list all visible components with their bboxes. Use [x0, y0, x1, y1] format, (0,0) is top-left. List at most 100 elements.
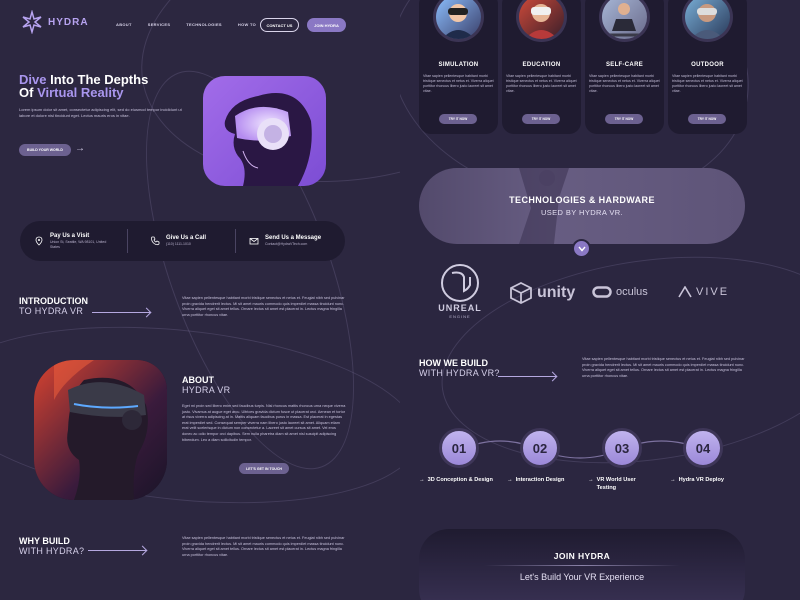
step-number: 04 — [683, 428, 723, 468]
contact-call-phone[interactable]: (110) 1111-1010 — [166, 242, 206, 247]
card-title: SIMULATION — [438, 62, 479, 68]
tech-banner-image — [519, 168, 569, 244]
join-subtitle: Let's Build Your VR Experience — [519, 572, 645, 582]
mail-icon — [249, 238, 259, 245]
arrow-right-icon: → — [507, 477, 513, 483]
nav-link-services[interactable]: SERVICES — [148, 22, 171, 27]
brand-logo[interactable]: HYDRA — [20, 10, 89, 34]
join-title: JOIN HYDRA — [553, 551, 611, 561]
arrow-right-icon — [92, 312, 150, 313]
about-heading-line1: ABOUT — [182, 375, 214, 385]
try-it-now-button[interactable]: TRY IT NOW — [688, 114, 726, 124]
how-heading-line2: WITH HYDRA VR? — [419, 368, 500, 378]
service-card-education: EDUCATION Vitae sapien pellentesque habi… — [502, 0, 581, 134]
nav-link-how-to[interactable]: HOW TO — [238, 22, 256, 27]
contact-message-email[interactable]: Contact@HydraVTech.com — [265, 242, 321, 247]
divider — [484, 565, 680, 566]
tech-subtitle: USED BY HYDRA VR. — [540, 208, 624, 217]
why-heading-line2: WITH HYDRA? — [19, 546, 85, 556]
about-text: Eget mi proin sed libero enim sed faucib… — [182, 404, 346, 442]
nav-links: ABOUT SERVICES TECHNOLOGIES HOW TO — [116, 22, 256, 27]
step-label: → Interaction Design — [507, 476, 583, 484]
brand-name: HYDRA — [48, 16, 89, 28]
step-label-text: Hydra VR Deploy — [678, 477, 724, 483]
contact-call-title: Give Us a Call — [166, 235, 207, 241]
how-heading: HOW WE BUILD WITH HYDRA VR? — [419, 358, 500, 378]
service-card-outdoor: OUTDOOR Vitae sapien pellentesque habita… — [668, 0, 747, 134]
unity-cube-icon — [510, 282, 532, 304]
try-it-now-button[interactable]: TRY IT NOW — [522, 114, 560, 124]
hydra-logo-icon — [22, 10, 42, 34]
vive-mark-icon — [678, 286, 692, 298]
vive-logo: VIVE — [678, 286, 729, 298]
step-number: 02 — [520, 428, 560, 468]
arrow-right-icon: → — [419, 477, 425, 483]
unity-logo: unity — [509, 282, 575, 304]
nav-link-technologies[interactable]: TECHNOLOGIES — [186, 22, 222, 27]
contact-message: Send Us a Message Contact@HydraVTech.com — [249, 221, 321, 261]
card-title: SELF-CARE — [605, 62, 644, 68]
nav-link-about[interactable]: ABOUT — [116, 22, 132, 27]
contact-visit-address: Union St, Seattle, WA 98101, United Stat… — [50, 239, 107, 249]
why-heading-line1: WHY BUILD — [19, 536, 70, 546]
unity-logo-text: unity — [537, 284, 576, 301]
unreal-logo-text: UNREAL — [438, 303, 482, 313]
contact-call: Give Us a Call (110) 1111-1010 — [150, 221, 206, 261]
get-in-touch-button[interactable]: LET'S GET IN TOUCH — [239, 463, 289, 474]
try-it-now-button[interactable]: TRY IT NOW — [439, 114, 477, 124]
hero-vr-image — [203, 76, 326, 186]
why-text: Vitae sapien pellentesque habitant morbi… — [182, 536, 345, 557]
oculus-logo-text: oculus — [616, 286, 648, 298]
about-heading: ABOUT HYDRA VR — [182, 375, 230, 395]
contact-us-button[interactable]: CONTACT US — [260, 18, 299, 32]
card-description: Vitae sapien pellentesque habitant morbi… — [423, 74, 494, 93]
step-label-text: 3D Conception & Design — [427, 477, 493, 483]
about-vr-image — [34, 360, 167, 500]
how-text: Vitae sapien pellentesque habitant morbi… — [582, 357, 745, 378]
left-page: HYDRA ABOUT SERVICES TECHNOLOGIES HOW TO… — [0, 0, 400, 600]
join-hydra-button[interactable]: JOIN HYDRA — [307, 18, 346, 32]
intro-heading: INTRODUCTION TO HYDRA VR — [19, 296, 88, 316]
self-care-avatar — [599, 0, 650, 42]
step-label: → Hydra VR Deploy — [670, 476, 746, 484]
oculus-ring-icon — [592, 286, 612, 298]
divider — [127, 229, 128, 253]
technologies-banner: TECHNOLOGIES & HARDWARE USED BY HYDRA VR… — [419, 168, 745, 244]
map-pin-icon — [35, 236, 43, 246]
unreal-logo-subtext: ENGINE — [449, 314, 471, 319]
tech-title: TECHNOLOGIES & HARDWARE — [509, 195, 655, 205]
step-label: → 3D Conception & Design — [419, 476, 495, 484]
about-heading-line2: HYDRA VR — [182, 385, 231, 395]
step-label-text: VR World User Testing — [596, 477, 636, 491]
step-number: 01 — [439, 428, 479, 468]
hero-title-rest-2: Of — [19, 85, 38, 100]
card-title: EDUCATION — [522, 62, 561, 68]
build-your-world-button[interactable]: BUILD YOUR WORLD — [19, 144, 71, 156]
chevron-down-icon[interactable] — [572, 239, 591, 258]
intro-heading-line2: TO HYDRA VR — [19, 306, 84, 316]
education-avatar — [516, 0, 567, 42]
phone-icon — [150, 236, 160, 246]
simulation-avatar — [433, 0, 484, 42]
how-heading-line1: HOW WE BUILD — [419, 358, 488, 368]
contact-message-title: Send Us a Message — [265, 235, 322, 241]
intro-heading-line1: INTRODUCTION — [19, 296, 88, 306]
arrow-right-icon: → — [670, 477, 676, 483]
card-description: Vitae sapien pellentesque habitant morbi… — [506, 74, 577, 93]
divider — [235, 229, 236, 253]
card-title: OUTDOOR — [691, 62, 724, 68]
card-description: Vitae sapien pellentesque habitant morbi… — [589, 74, 660, 93]
try-it-now-button[interactable]: TRY IT NOW — [605, 114, 643, 124]
service-card-self-care: SELF-CARE Vitae sapien pellentesque habi… — [585, 0, 664, 134]
card-description: Vitae sapien pellentesque habitant morbi… — [672, 74, 743, 93]
why-heading: WHY BUILD WITH HYDRA? — [19, 536, 84, 556]
oculus-logo: oculus — [592, 286, 648, 298]
arrow-right-icon — [498, 376, 556, 377]
arrow-right-icon[interactable]: → — [75, 143, 85, 154]
service-card-simulation: SIMULATION Vitae sapien pellentesque hab… — [419, 0, 498, 134]
hero-title: Dive Into The Depths Of Virtual Reality — [19, 73, 189, 99]
arrow-right-icon — [88, 550, 146, 551]
arrow-right-icon: → — [588, 477, 594, 483]
intro-text: Vitae sapien pellentesque habitant morbi… — [182, 296, 345, 317]
outdoor-avatar — [682, 0, 733, 42]
